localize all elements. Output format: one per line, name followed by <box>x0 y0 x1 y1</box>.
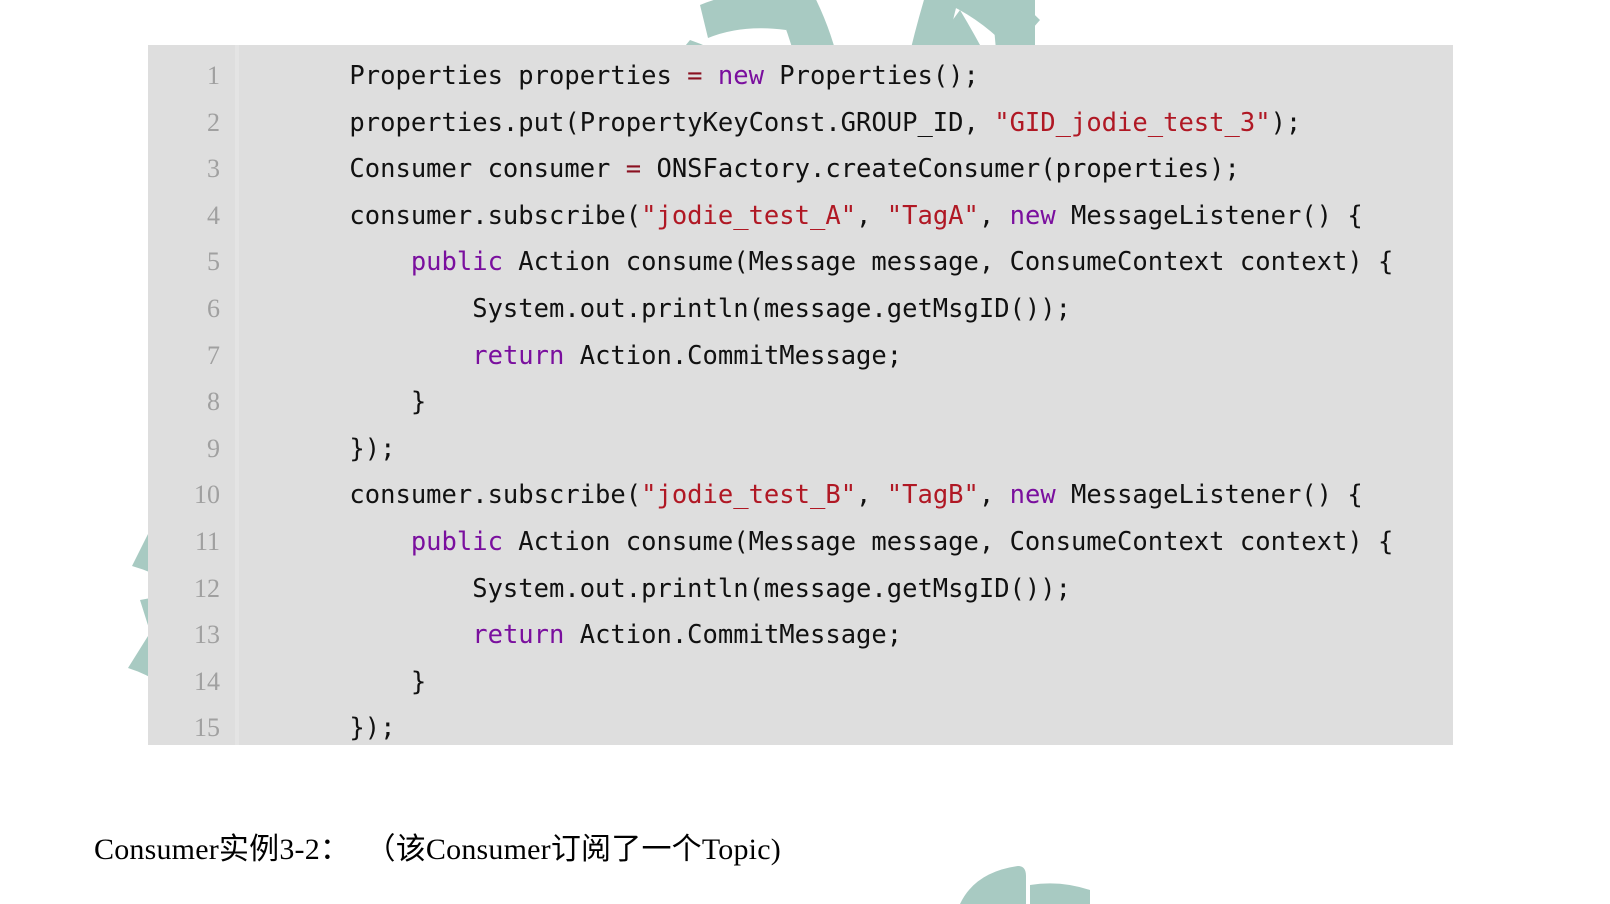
code-line: 2 properties.put(PropertyKeyConst.GROUP_… <box>148 100 1453 147</box>
code-token-pln: consumer.subscribe( <box>288 480 642 511</box>
line-number: 12 <box>194 573 220 603</box>
line-number: 7 <box>207 340 220 370</box>
code-line: 15 }); <box>148 705 1453 745</box>
code-token-pln: Consumer consumer <box>288 154 626 185</box>
code-token-str: "jodie_test_A" <box>641 200 857 231</box>
code-token-pln <box>288 341 472 371</box>
code-token-pln: Action.CommitMessage; <box>564 620 903 651</box>
code-line-text: System.out.println(message.getMsgID()); <box>220 566 1071 613</box>
line-number: 11 <box>194 526 220 556</box>
code-token-pln: } <box>288 666 427 697</box>
figure-caption: Consumer实例3-2： （该Consumer订阅了一个Topic) <box>94 833 781 866</box>
code-token-kw: public <box>410 526 503 557</box>
code-token-pln: ); <box>1270 107 1302 138</box>
line-number: 15 <box>194 713 220 743</box>
line-number: 2 <box>207 107 220 137</box>
line-number: 1 <box>207 61 220 90</box>
line-number: 6 <box>207 293 220 323</box>
code-line-text: consumer.subscribe("jodie_test_B", "TagB… <box>220 472 1363 519</box>
line-number: 14 <box>194 666 220 696</box>
code-line: 11 public Action consume(Message message… <box>148 519 1453 566</box>
code-token-pln: , <box>856 200 887 231</box>
line-number: 4 <box>207 200 220 230</box>
code-line-text: }); <box>220 705 395 745</box>
code-line: 5 public Action consume(Message message,… <box>148 239 1453 286</box>
code-line-text: Properties properties = new Properties()… <box>220 53 979 100</box>
code-line-text: public Action consume(Message message, C… <box>220 519 1394 566</box>
code-line-text: return Action.CommitMessage; <box>220 612 902 659</box>
line-number: 9 <box>207 433 220 463</box>
code-line: 8 } <box>148 379 1453 426</box>
line-number: 13 <box>194 620 220 650</box>
code-token-pln: Properties(); <box>763 61 979 91</box>
code-token-pln: MessageListener() { <box>1055 480 1363 511</box>
code-lines-container: 1 Properties properties = new Properties… <box>148 45 1453 745</box>
code-line: 7 return Action.CommitMessage; <box>148 333 1453 380</box>
watermark-calligraphy-bottom <box>960 866 1090 904</box>
code-line: 6 System.out.println(message.getMsgID())… <box>148 286 1453 333</box>
code-line: 3 Consumer consumer = ONSFactory.createC… <box>148 146 1453 193</box>
code-token-pln: Action.CommitMessage; <box>564 340 903 371</box>
code-line-text: } <box>220 379 426 426</box>
code-line: 9 }); <box>148 426 1453 473</box>
code-line: 4 consumer.subscribe("jodie_test_A", "Ta… <box>148 193 1453 240</box>
code-token-pln: } <box>288 387 427 418</box>
code-block[interactable]: 1 Properties properties = new Properties… <box>148 45 1453 745</box>
code-token-pln <box>703 61 718 91</box>
code-token-str: "TagB" <box>886 480 979 511</box>
code-line-text: properties.put(PropertyKeyConst.GROUP_ID… <box>220 100 1301 147</box>
code-token-kw: new <box>717 61 764 91</box>
code-token-kw: public <box>410 247 503 278</box>
code-token-pln: , <box>978 200 1010 231</box>
line-number: 8 <box>207 387 220 417</box>
code-token-op: = <box>687 61 703 91</box>
code-token-str: "jodie_test_B" <box>641 480 857 511</box>
code-token-pln <box>288 527 411 557</box>
code-token-str: "TagA" <box>886 200 979 231</box>
code-line: 1 Properties properties = new Properties… <box>148 53 1453 100</box>
line-number: 5 <box>207 247 220 277</box>
code-token-pln: , <box>978 480 1010 511</box>
code-token-pln <box>288 620 472 650</box>
code-line-text: public Action consume(Message message, C… <box>220 239 1394 286</box>
code-token-kw: return <box>472 340 565 371</box>
code-line: 14 } <box>148 659 1453 706</box>
code-token-pln: , <box>856 480 887 511</box>
code-token-pln: MessageListener() { <box>1055 200 1363 231</box>
code-line-text: Consumer consumer = ONSFactory.createCon… <box>220 146 1240 193</box>
code-token-pln: System.out.println(message.getMsgID()); <box>288 573 1071 604</box>
code-token-pln: }); <box>288 713 396 744</box>
code-line-text: consumer.subscribe("jodie_test_A", "TagA… <box>220 193 1363 240</box>
code-token-pln: }); <box>288 433 396 464</box>
code-line: 12 System.out.println(message.getMsgID()… <box>148 566 1453 613</box>
code-token-op: = <box>625 154 642 185</box>
code-token-pln: ONSFactory.createConsumer(properties); <box>641 154 1240 185</box>
code-token-pln: Properties properties <box>288 61 688 91</box>
code-token-kw: return <box>472 620 565 651</box>
code-line-text: System.out.println(message.getMsgID()); <box>220 286 1071 333</box>
code-line-text: }); <box>220 426 395 473</box>
line-number: 10 <box>194 480 220 510</box>
code-line: 13 return Action.CommitMessage; <box>148 612 1453 659</box>
code-line-text: return Action.CommitMessage; <box>220 333 902 380</box>
code-token-pln: consumer.subscribe( <box>288 200 642 231</box>
code-token-kw: new <box>1009 480 1056 511</box>
code-token-pln: System.out.println(message.getMsgID()); <box>288 293 1071 324</box>
code-token-pln <box>288 247 411 277</box>
line-number: 3 <box>207 154 220 184</box>
code-token-kw: new <box>1009 200 1056 231</box>
code-line: 10 consumer.subscribe("jodie_test_B", "T… <box>148 472 1453 519</box>
code-token-str: "GID_jodie_test_3" <box>994 107 1271 138</box>
code-token-pln: Action consume(Message message, ConsumeC… <box>502 526 1394 557</box>
code-line-text: } <box>220 659 426 706</box>
code-token-pln: Action consume(Message message, ConsumeC… <box>502 247 1394 278</box>
code-token-pln: properties.put(PropertyKeyConst.GROUP_ID… <box>288 107 995 138</box>
